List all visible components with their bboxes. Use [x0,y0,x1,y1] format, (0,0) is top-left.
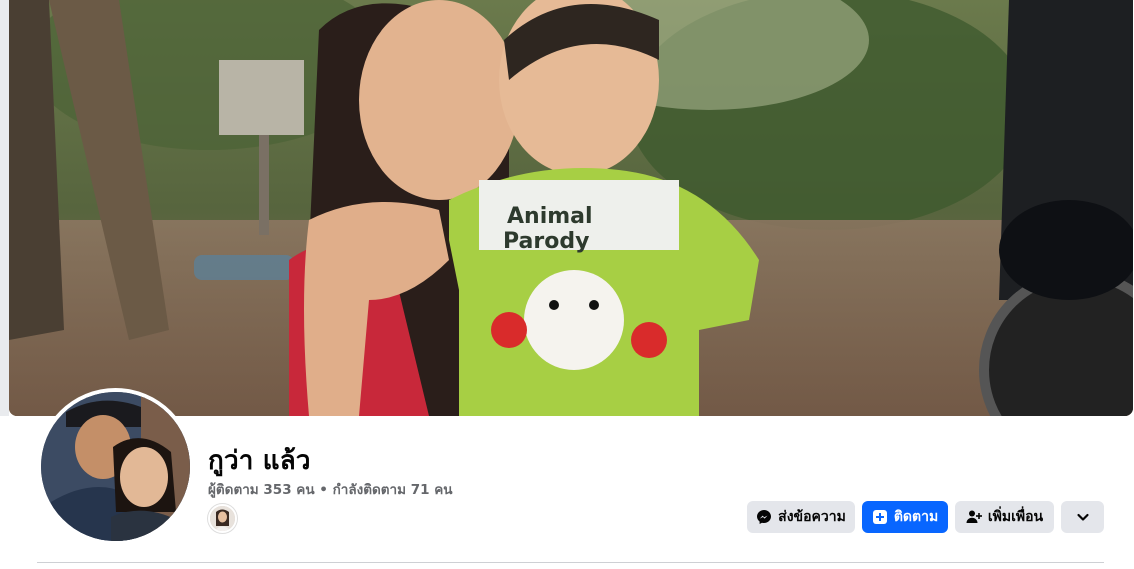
message-button[interactable]: ส่งข้อความ [747,501,855,533]
following-count[interactable]: 71 [411,482,430,498]
profile-page: Animal Parody กูว่า แล้ว ผู้ติดตาม 353 ค [0,0,1134,569]
messenger-icon [756,509,772,525]
chevron-down-icon [1075,509,1091,525]
follow-button[interactable]: ติดตาม [862,501,948,533]
followers-count[interactable]: 353 [263,482,291,498]
add-friend-button-label: เพิ่มเพื่อน [987,509,1044,525]
profile-name: กูว่า แล้ว [208,446,311,476]
cover-photo[interactable]: Animal Parody [9,0,1133,416]
left-gutter [0,0,9,416]
add-friend-icon [966,509,982,525]
followers-label[interactable]: ผู้ติดตาม [208,482,259,498]
follow-plus-icon [872,509,888,525]
follow-stats: ผู้ติดตาม 353 คน • กำลังติดตาม 71 คน [208,478,452,500]
avatar [41,392,190,541]
stats-separator: • [319,482,328,498]
header-divider [37,562,1104,563]
shirt-text-line1: Animal [507,204,593,229]
following-label[interactable]: กำลังติดตาม [333,482,406,498]
following-unit: คน [434,482,453,498]
add-friend-button[interactable]: เพิ่มเพื่อน [955,501,1054,533]
profile-picture[interactable] [37,388,194,545]
shirt-text-line2: Parody [503,229,589,254]
followers-unit: คน [296,482,315,498]
follower-avatar[interactable] [208,504,237,533]
more-options-button[interactable] [1061,501,1104,533]
follow-button-label: ติดตาม [893,509,939,525]
message-button-label: ส่งข้อความ [778,509,846,525]
